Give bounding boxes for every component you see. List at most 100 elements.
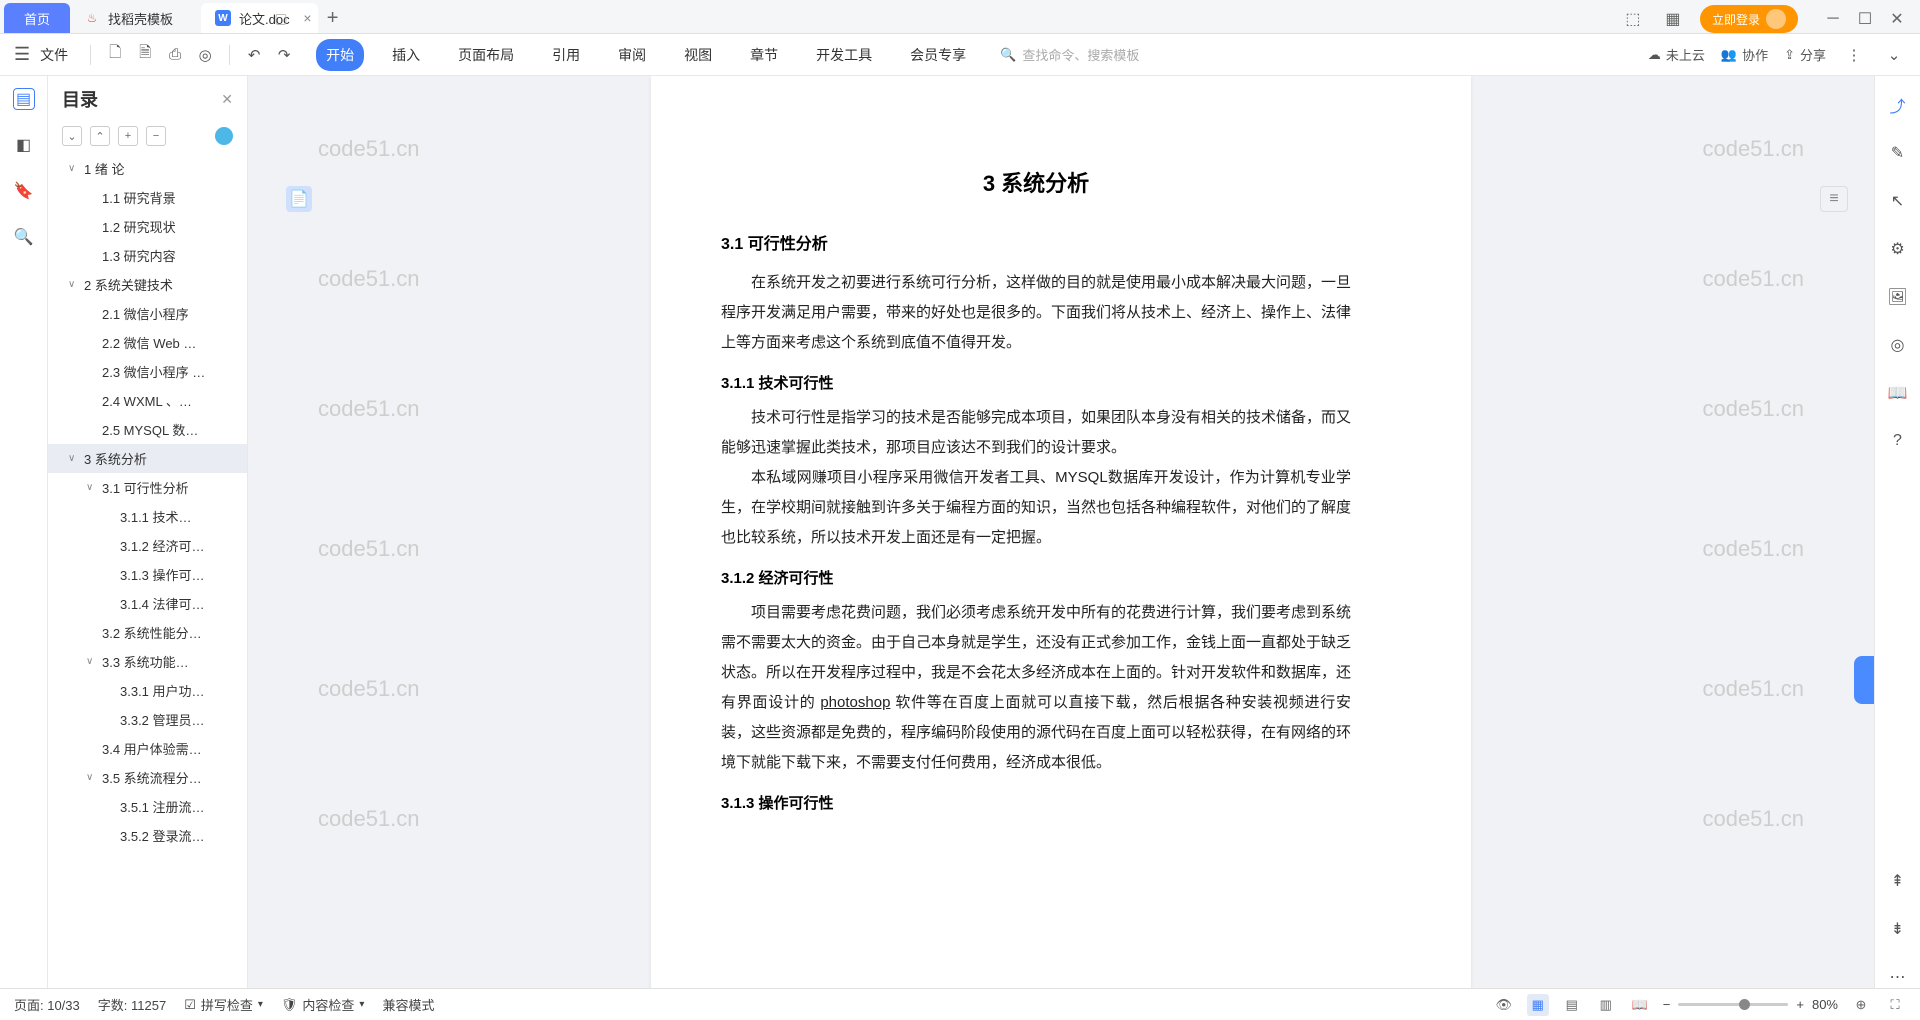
file-menu[interactable]: 文件	[40, 45, 68, 65]
outline-item[interactable]: 3.1.1 技术…	[48, 502, 247, 531]
ribbon-tab-chapter[interactable]: 章节	[740, 39, 788, 71]
settings-icon[interactable]: ⚙	[1887, 238, 1909, 260]
maximize-icon[interactable]: ☐	[1852, 6, 1878, 32]
outline-item[interactable]: ∨3.5 系统流程分…	[48, 763, 247, 792]
outline-item[interactable]: 1.3 研究内容	[48, 241, 247, 270]
image-icon[interactable]: 🖼	[1887, 286, 1909, 308]
view-read-icon[interactable]: 📖	[1629, 994, 1651, 1016]
cloud-status[interactable]: ☁未上云	[1648, 45, 1705, 64]
outline-item[interactable]: 1.1 研究背景	[48, 183, 247, 212]
spellcheck-button[interactable]: ☑拼写检查▾	[184, 995, 263, 1014]
remove-icon[interactable]: −	[146, 126, 166, 146]
target-icon[interactable]: ◎	[1887, 334, 1909, 356]
outline-item[interactable]: 3.5.2 登录流…	[48, 821, 247, 850]
view-web-icon[interactable]: ▤	[1561, 994, 1583, 1016]
view-page-icon[interactable]: ▦	[1527, 994, 1549, 1016]
expand-all-icon[interactable]: ⌃	[90, 126, 110, 146]
page-indicator[interactable]: 页面: 10/33	[14, 995, 80, 1014]
outline-item[interactable]: 3.3.2 管理员…	[48, 705, 247, 734]
outline-item[interactable]: 3.2 系统性能分…	[48, 618, 247, 647]
ribbon-tab-review[interactable]: 审阅	[608, 39, 656, 71]
new-tab-button[interactable]: +	[318, 3, 348, 33]
login-button[interactable]: 立即登录	[1700, 5, 1798, 33]
collapse-all-icon[interactable]: ⌄	[62, 126, 82, 146]
page-tool-icon[interactable]: ≡	[1820, 186, 1848, 212]
outline-item[interactable]: ∨3.3 系统功能…	[48, 647, 247, 676]
tab-document[interactable]: W 论文.doc ▢ ×	[201, 3, 318, 33]
outline-item[interactable]: 3.4 用户体验需…	[48, 734, 247, 763]
outline-item[interactable]: ∨1 绪 论	[48, 154, 247, 183]
outline-item[interactable]: 2.2 微信 Web …	[48, 328, 247, 357]
fullscreen-icon[interactable]: ⛶	[1884, 994, 1906, 1016]
outline-item[interactable]: 2.4 WXML 、…	[48, 386, 247, 415]
outline-item[interactable]: 2.5 MYSQL 数…	[48, 415, 247, 444]
outline-item[interactable]: 3.1.4 法律可…	[48, 589, 247, 618]
minimize-icon[interactable]: ─	[1820, 6, 1846, 32]
collapse-icon[interactable]: ⌄	[1882, 43, 1906, 67]
document-area[interactable]: code51.cn code51.cn code51.cn code51.cn …	[248, 76, 1874, 988]
content-check-button[interactable]: 🛡内容检查▾	[281, 995, 365, 1014]
scroll-top-icon[interactable]: ⤴	[1887, 94, 1909, 116]
side-tab[interactable]	[1854, 656, 1874, 704]
command-search[interactable]: 🔍 查找命令、搜索模板	[1000, 45, 1139, 64]
outline-item[interactable]: ∨2 系统关键技术	[48, 270, 247, 299]
zoom-slider[interactable]	[1678, 1003, 1788, 1006]
ribbon-tab-reference[interactable]: 引用	[542, 39, 590, 71]
zoom-out-icon[interactable]: −	[1663, 997, 1671, 1012]
outline-item[interactable]: 3.3.1 用户功…	[48, 676, 247, 705]
nav-up-icon[interactable]: ⇞	[1887, 870, 1909, 892]
page-marker-icon[interactable]: 📄	[286, 186, 312, 212]
close-window-icon[interactable]: ✕	[1884, 6, 1910, 32]
word-count[interactable]: 字数: 11257	[98, 995, 166, 1014]
collab-button[interactable]: 👥协作	[1721, 45, 1768, 64]
outline-item[interactable]: 3.5.1 注册流…	[48, 792, 247, 821]
save-icon[interactable]: 🗋	[103, 43, 127, 67]
tab-home[interactable]: 首页	[4, 3, 70, 33]
outline-item[interactable]: 2.1 微信小程序	[48, 299, 247, 328]
outline-item[interactable]: ∨3 系统分析	[48, 444, 247, 473]
grid-icon[interactable]: ▦	[1660, 6, 1686, 32]
book-icon[interactable]: 📖	[1887, 382, 1909, 404]
cursor-icon[interactable]: ↖	[1887, 190, 1909, 212]
close-icon[interactable]: ✕	[221, 91, 233, 108]
more-icon[interactable]: ⋮	[1842, 43, 1866, 67]
bookmark-icon[interactable]: 🔖	[13, 180, 35, 202]
layout-icon[interactable]: ⬚	[1620, 6, 1646, 32]
zoom-control[interactable]: − + 80%	[1663, 997, 1838, 1012]
add-icon[interactable]: +	[118, 126, 138, 146]
tab-template[interactable]: ♨ 找稻壳模板	[70, 3, 201, 33]
ribbon-tab-vip[interactable]: 会员专享	[900, 39, 976, 71]
print-icon[interactable]: ⎙	[163, 43, 187, 67]
zoom-in-icon[interactable]: +	[1796, 997, 1804, 1012]
ribbon-tab-dev[interactable]: 开发工具	[806, 39, 882, 71]
compat-mode[interactable]: 兼容模式	[382, 995, 434, 1014]
view-outline-icon[interactable]: ▥	[1595, 994, 1617, 1016]
outline-icon[interactable]: ▤	[13, 88, 35, 110]
nav-down-icon[interactable]: ⇟	[1887, 918, 1909, 940]
outline-item[interactable]: 1.2 研究现状	[48, 212, 247, 241]
ribbon-tab-start[interactable]: 开始	[316, 39, 364, 71]
outline-item[interactable]: 3.1.3 操作可…	[48, 560, 247, 589]
close-icon[interactable]: ▢	[274, 10, 287, 27]
undo-icon[interactable]: ↶	[242, 43, 266, 67]
redo-icon[interactable]: ↷	[272, 43, 296, 67]
sync-icon[interactable]	[215, 127, 233, 145]
menu-icon[interactable]: ☰	[14, 44, 30, 65]
pen-icon[interactable]: ✎	[1887, 142, 1909, 164]
help-icon[interactable]: ?	[1887, 430, 1909, 452]
ribbon-tab-view[interactable]: 视图	[674, 39, 722, 71]
add-page-icon[interactable]: ⊕	[1850, 994, 1872, 1016]
ribbon-tab-layout[interactable]: 页面布局	[448, 39, 524, 71]
share-button[interactable]: ⇪分享	[1784, 45, 1826, 64]
close-icon[interactable]: ×	[303, 10, 311, 26]
outline-item[interactable]: 2.3 微信小程序 …	[48, 357, 247, 386]
ribbon-tab-insert[interactable]: 插入	[382, 39, 430, 71]
more-icon[interactable]: ⋯	[1887, 966, 1909, 988]
find-icon[interactable]: 🔍	[13, 226, 35, 248]
eye-icon[interactable]: 👁	[1493, 994, 1515, 1016]
outline-item[interactable]: ∨3.1 可行性分析	[48, 473, 247, 502]
zoom-value[interactable]: 80%	[1812, 997, 1838, 1012]
save-as-icon[interactable]: 🗎	[133, 43, 157, 67]
slide-icon[interactable]: ◧	[13, 134, 35, 156]
preview-icon[interactable]: ◎	[193, 43, 217, 67]
